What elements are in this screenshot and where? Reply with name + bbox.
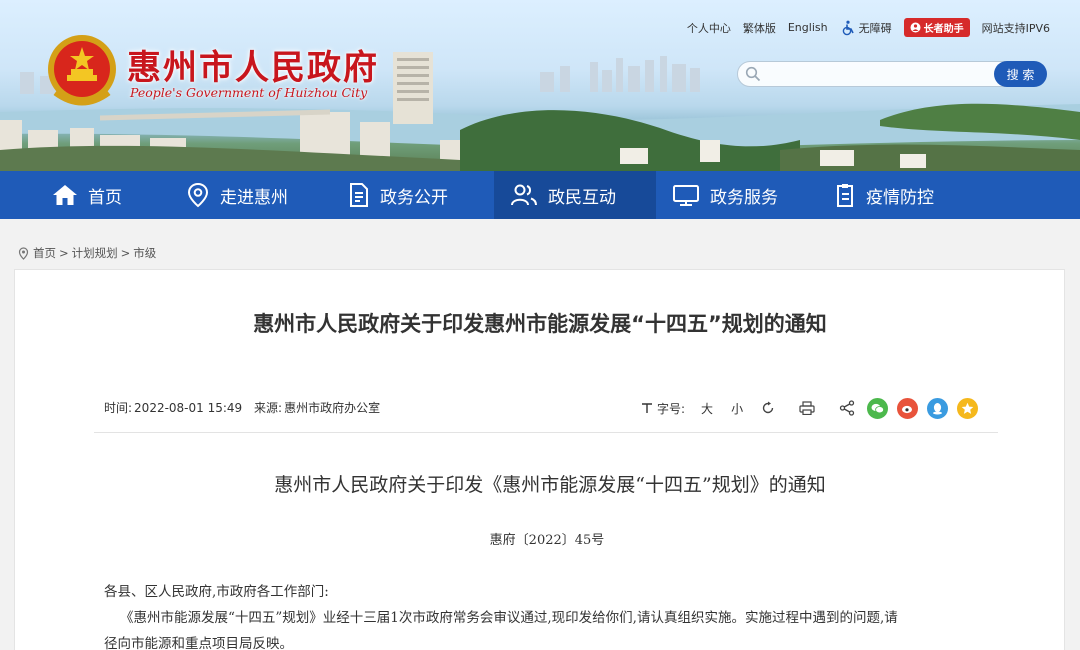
nav-label-home: 首页: [88, 187, 122, 208]
time-label: 时间:: [104, 401, 133, 415]
article-toolbar: 字号: 大 小: [641, 396, 979, 420]
salutation-text: 各县、区人民政府,市政府各工作部门:: [104, 584, 329, 600]
accessibility-link[interactable]: 无障碍: [840, 20, 892, 36]
share-qq-button[interactable]: [927, 397, 949, 419]
body-paragraph-line-1: 《惠州市能源发展“十四五”规划》业经十三届1次市政府常务会审议通过,现印发给你们…: [120, 610, 898, 626]
meta-divider: [94, 432, 998, 433]
personal-center-link[interactable]: 个人中心: [687, 20, 731, 36]
nav-label-epidemic-control: 疫情防控: [866, 187, 934, 208]
people-icon: [511, 184, 537, 206]
share-weibo-button[interactable]: [897, 397, 919, 419]
breadcrumb-planning[interactable]: 计划规划: [72, 245, 118, 261]
nav-label-government-services: 政务服务: [710, 187, 778, 208]
home-icon: [53, 185, 77, 205]
document-number: 惠府〔2022〕45号: [489, 533, 605, 548]
publish-time: 2022-08-01 15:49: [134, 401, 243, 415]
article-meta: 时间: 2022-08-01 15:49 来源: 惠州市政府办公室: [104, 399, 380, 416]
source-label: 来源:: [254, 401, 283, 415]
nav-item-about-huizhou[interactable]: 走进惠州: [170, 171, 332, 219]
english-link[interactable]: English: [788, 21, 828, 34]
nav-item-government-affairs[interactable]: 政务公开: [332, 171, 494, 219]
nav-item-home[interactable]: 首页: [0, 171, 170, 219]
wechat-icon: [871, 403, 885, 413]
nav-label-about-huizhou: 走进惠州: [220, 187, 288, 208]
print-button[interactable]: [799, 401, 815, 415]
wheelchair-icon: [842, 20, 854, 35]
location-marker-icon: [18, 246, 29, 260]
header-banner: 惠州市人民政府 People's Government of Huizhou C…: [0, 0, 1080, 171]
breadcrumb-separator: >: [59, 246, 69, 260]
site-subtitle: People's Government of Huizhou City: [130, 85, 368, 100]
elder-assistant-button[interactable]: 长者助手: [903, 18, 970, 37]
document-icon: [350, 183, 368, 207]
breadcrumb-city-level[interactable]: 市级: [133, 245, 156, 261]
font-small-button[interactable]: 小: [731, 400, 743, 417]
search-button[interactable]: 搜 索: [994, 61, 1047, 87]
share-button[interactable]: [839, 400, 855, 416]
clipboard-icon: [837, 184, 853, 207]
source-value: 惠州市政府办公室: [284, 401, 381, 415]
elder-icon: [910, 22, 921, 33]
breadcrumb: 首页 > 计划规划 > 市级: [17, 245, 156, 261]
elder-assistant-label: 长者助手: [923, 24, 964, 35]
text-size-icon: [642, 403, 652, 413]
traditional-chinese-link[interactable]: 繁体版: [743, 20, 776, 36]
ipv6-support-text: 网站支持IPV6: [981, 21, 1050, 35]
font-reset-button[interactable]: [761, 401, 775, 415]
body-paragraph-line-2: 径向市能源和重点项目局反映。: [104, 636, 293, 650]
breadcrumb-home[interactable]: 首页: [33, 245, 56, 261]
search-bar: 搜 索: [737, 61, 1047, 87]
print-icon: [799, 401, 815, 415]
weibo-icon: [902, 405, 913, 413]
nav-item-public-interaction[interactable]: 政民互动: [494, 171, 656, 219]
qq-icon: [933, 402, 943, 414]
breadcrumb-separator: >: [120, 246, 131, 260]
nav-item-government-services[interactable]: 政务服务: [656, 171, 818, 219]
share-wechat-button[interactable]: [867, 397, 889, 419]
monitor-icon: [673, 185, 699, 206]
font-size-control: 字号:: [641, 400, 685, 417]
top-links-bar: 个人中心 繁体版 English 无障碍 长者助手 网站支持IPV6: [675, 18, 1050, 37]
main-nav: 首页 走进惠州 政务公开 政民互动 政务服务 疫情防控: [0, 171, 1080, 219]
share-icon: [839, 400, 855, 416]
page-title: 惠州市人民政府关于印发惠州市能源发展“十四五”规划的通知: [253, 312, 827, 336]
document-title: 惠州市人民政府关于印发《惠州市能源发展“十四五”规划》的通知: [274, 474, 826, 496]
search-input[interactable]: [767, 65, 1007, 83]
star-icon: [961, 402, 974, 414]
nav-label-public-interaction: 政民互动: [548, 187, 616, 208]
accessibility-label: 无障碍: [858, 21, 892, 35]
font-large-button[interactable]: 大: [701, 400, 713, 417]
font-size-label: 字号:: [657, 401, 686, 416]
nav-item-epidemic-control[interactable]: 疫情防控: [818, 171, 980, 219]
national-emblem-icon: [48, 35, 116, 106]
search-icon: [745, 66, 761, 82]
share-qzone-button[interactable]: [957, 397, 979, 419]
nav-label-government-affairs: 政务公开: [380, 187, 448, 208]
site-title[interactable]: 惠州市人民政府: [127, 40, 379, 89]
refresh-icon: [762, 401, 774, 414]
location-pin-icon: [187, 182, 209, 208]
